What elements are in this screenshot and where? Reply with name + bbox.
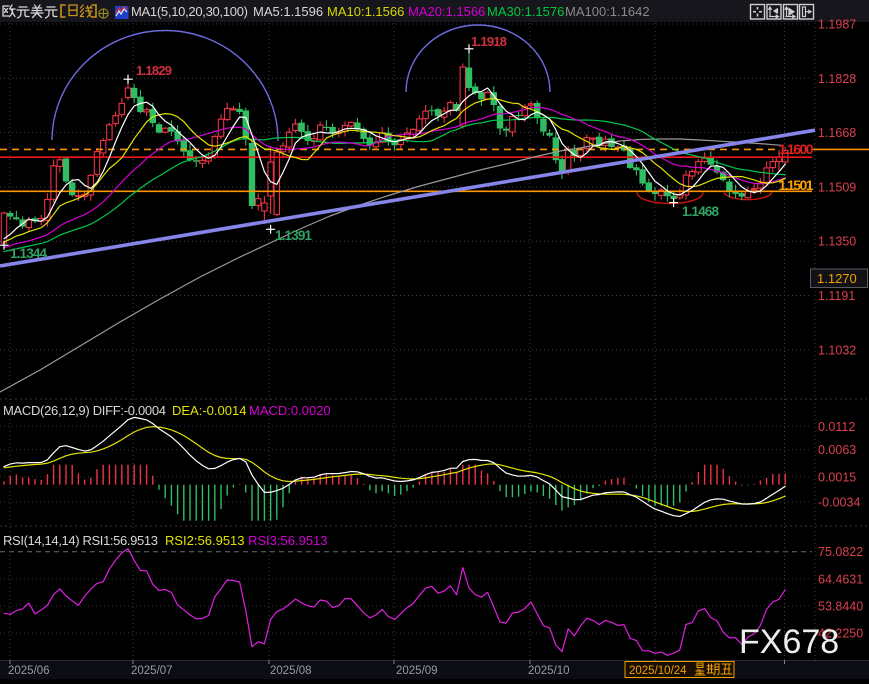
svg-text:MA100:1.1642: MA100:1.1642 xyxy=(565,4,650,19)
svg-text:MA30:1.1576: MA30:1.1576 xyxy=(487,4,564,19)
svg-text:2025/10/24: 2025/10/24 xyxy=(629,665,687,677)
svg-text:1.1501: 1.1501 xyxy=(779,177,814,193)
svg-text:1.1391: 1.1391 xyxy=(275,228,312,243)
svg-text:1.1829: 1.1829 xyxy=(136,63,172,78)
svg-text:MACD(26,12,9) DIFF:-0.0004: MACD(26,12,9) DIFF:-0.0004 xyxy=(3,403,166,418)
svg-text:1.1191: 1.1191 xyxy=(818,289,855,303)
svg-text:1.1509: 1.1509 xyxy=(818,180,856,194)
svg-text:-0.0034: -0.0034 xyxy=(818,496,860,510)
svg-text:1.1600: 1.1600 xyxy=(779,141,814,157)
svg-text:1.1270: 1.1270 xyxy=(817,271,857,286)
svg-text:FX678: FX678 xyxy=(739,623,839,661)
svg-text:RSI2:56.9513: RSI2:56.9513 xyxy=(165,533,245,548)
svg-text:MA20:1.1566: MA20:1.1566 xyxy=(408,4,485,19)
svg-text:1.1828: 1.1828 xyxy=(818,72,856,86)
svg-text:0.0112: 0.0112 xyxy=(818,420,855,434)
svg-text:1.1350: 1.1350 xyxy=(818,235,856,249)
svg-text:1.1032: 1.1032 xyxy=(818,343,856,357)
svg-text:MA1(5,10,20,30,100): MA1(5,10,20,30,100) xyxy=(131,4,248,19)
svg-text:53.8440: 53.8440 xyxy=(818,600,863,614)
svg-text:1.1918: 1.1918 xyxy=(471,34,507,49)
svg-text:RSI3:56.9513: RSI3:56.9513 xyxy=(248,533,328,548)
svg-text:75.0822: 75.0822 xyxy=(818,545,863,559)
svg-text:1.1668: 1.1668 xyxy=(818,126,856,140)
svg-text:2025/06: 2025/06 xyxy=(8,665,50,677)
svg-text:RSI(14,14,14) RSI1:56.9513: RSI(14,14,14) RSI1:56.9513 xyxy=(3,533,158,548)
svg-text:MA10:1.1566: MA10:1.1566 xyxy=(327,4,404,19)
svg-text:MA5:1.1596: MA5:1.1596 xyxy=(253,4,323,19)
svg-text:DEA:-0.0014: DEA:-0.0014 xyxy=(172,403,246,418)
svg-text:2025/09: 2025/09 xyxy=(396,665,438,677)
svg-text:2025/10: 2025/10 xyxy=(528,665,570,677)
svg-text:0.0015: 0.0015 xyxy=(818,470,856,484)
svg-text:2025/08: 2025/08 xyxy=(270,665,312,677)
svg-text:0.0063: 0.0063 xyxy=(818,443,856,457)
svg-text:1.1468: 1.1468 xyxy=(682,204,719,219)
svg-text:2025/07: 2025/07 xyxy=(131,665,173,677)
svg-text:1.1987: 1.1987 xyxy=(818,18,856,32)
svg-text:1.1344: 1.1344 xyxy=(10,246,47,261)
svg-text:64.4631: 64.4631 xyxy=(818,572,863,586)
svg-text:MACD:0.0020: MACD:0.0020 xyxy=(249,403,331,418)
